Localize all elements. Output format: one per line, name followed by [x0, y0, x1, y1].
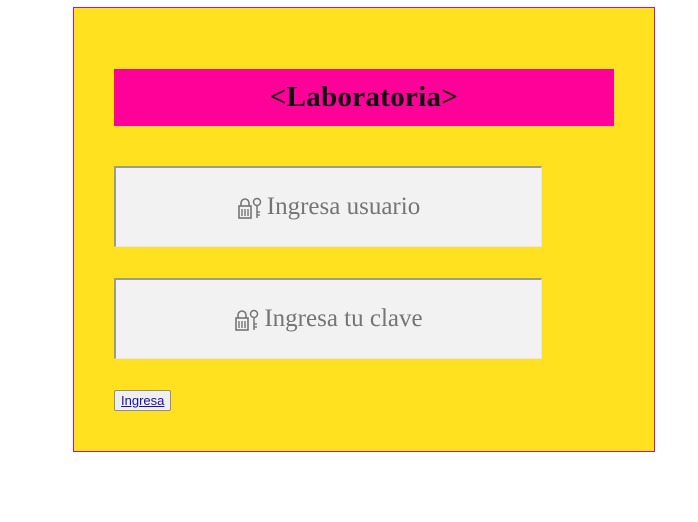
username-placeholder: Ingresa usuario [266, 193, 421, 220]
lock-key-icon [234, 308, 260, 332]
login-panel: <Laboratoria> Ingresa usuario Ingresa tu… [73, 7, 655, 452]
password-placeholder: Ingresa tu clave [264, 305, 423, 332]
password-input[interactable]: Ingresa tu clave [114, 278, 542, 359]
page-title: <Laboratoria> [114, 69, 614, 126]
username-input[interactable]: Ingresa usuario [114, 166, 542, 247]
login-button-label: Ingresa [121, 393, 165, 408]
lock-key-icon [237, 196, 263, 220]
login-button[interactable]: Ingresa [114, 390, 172, 411]
page-title-text: <Laboratoria> [269, 81, 459, 113]
